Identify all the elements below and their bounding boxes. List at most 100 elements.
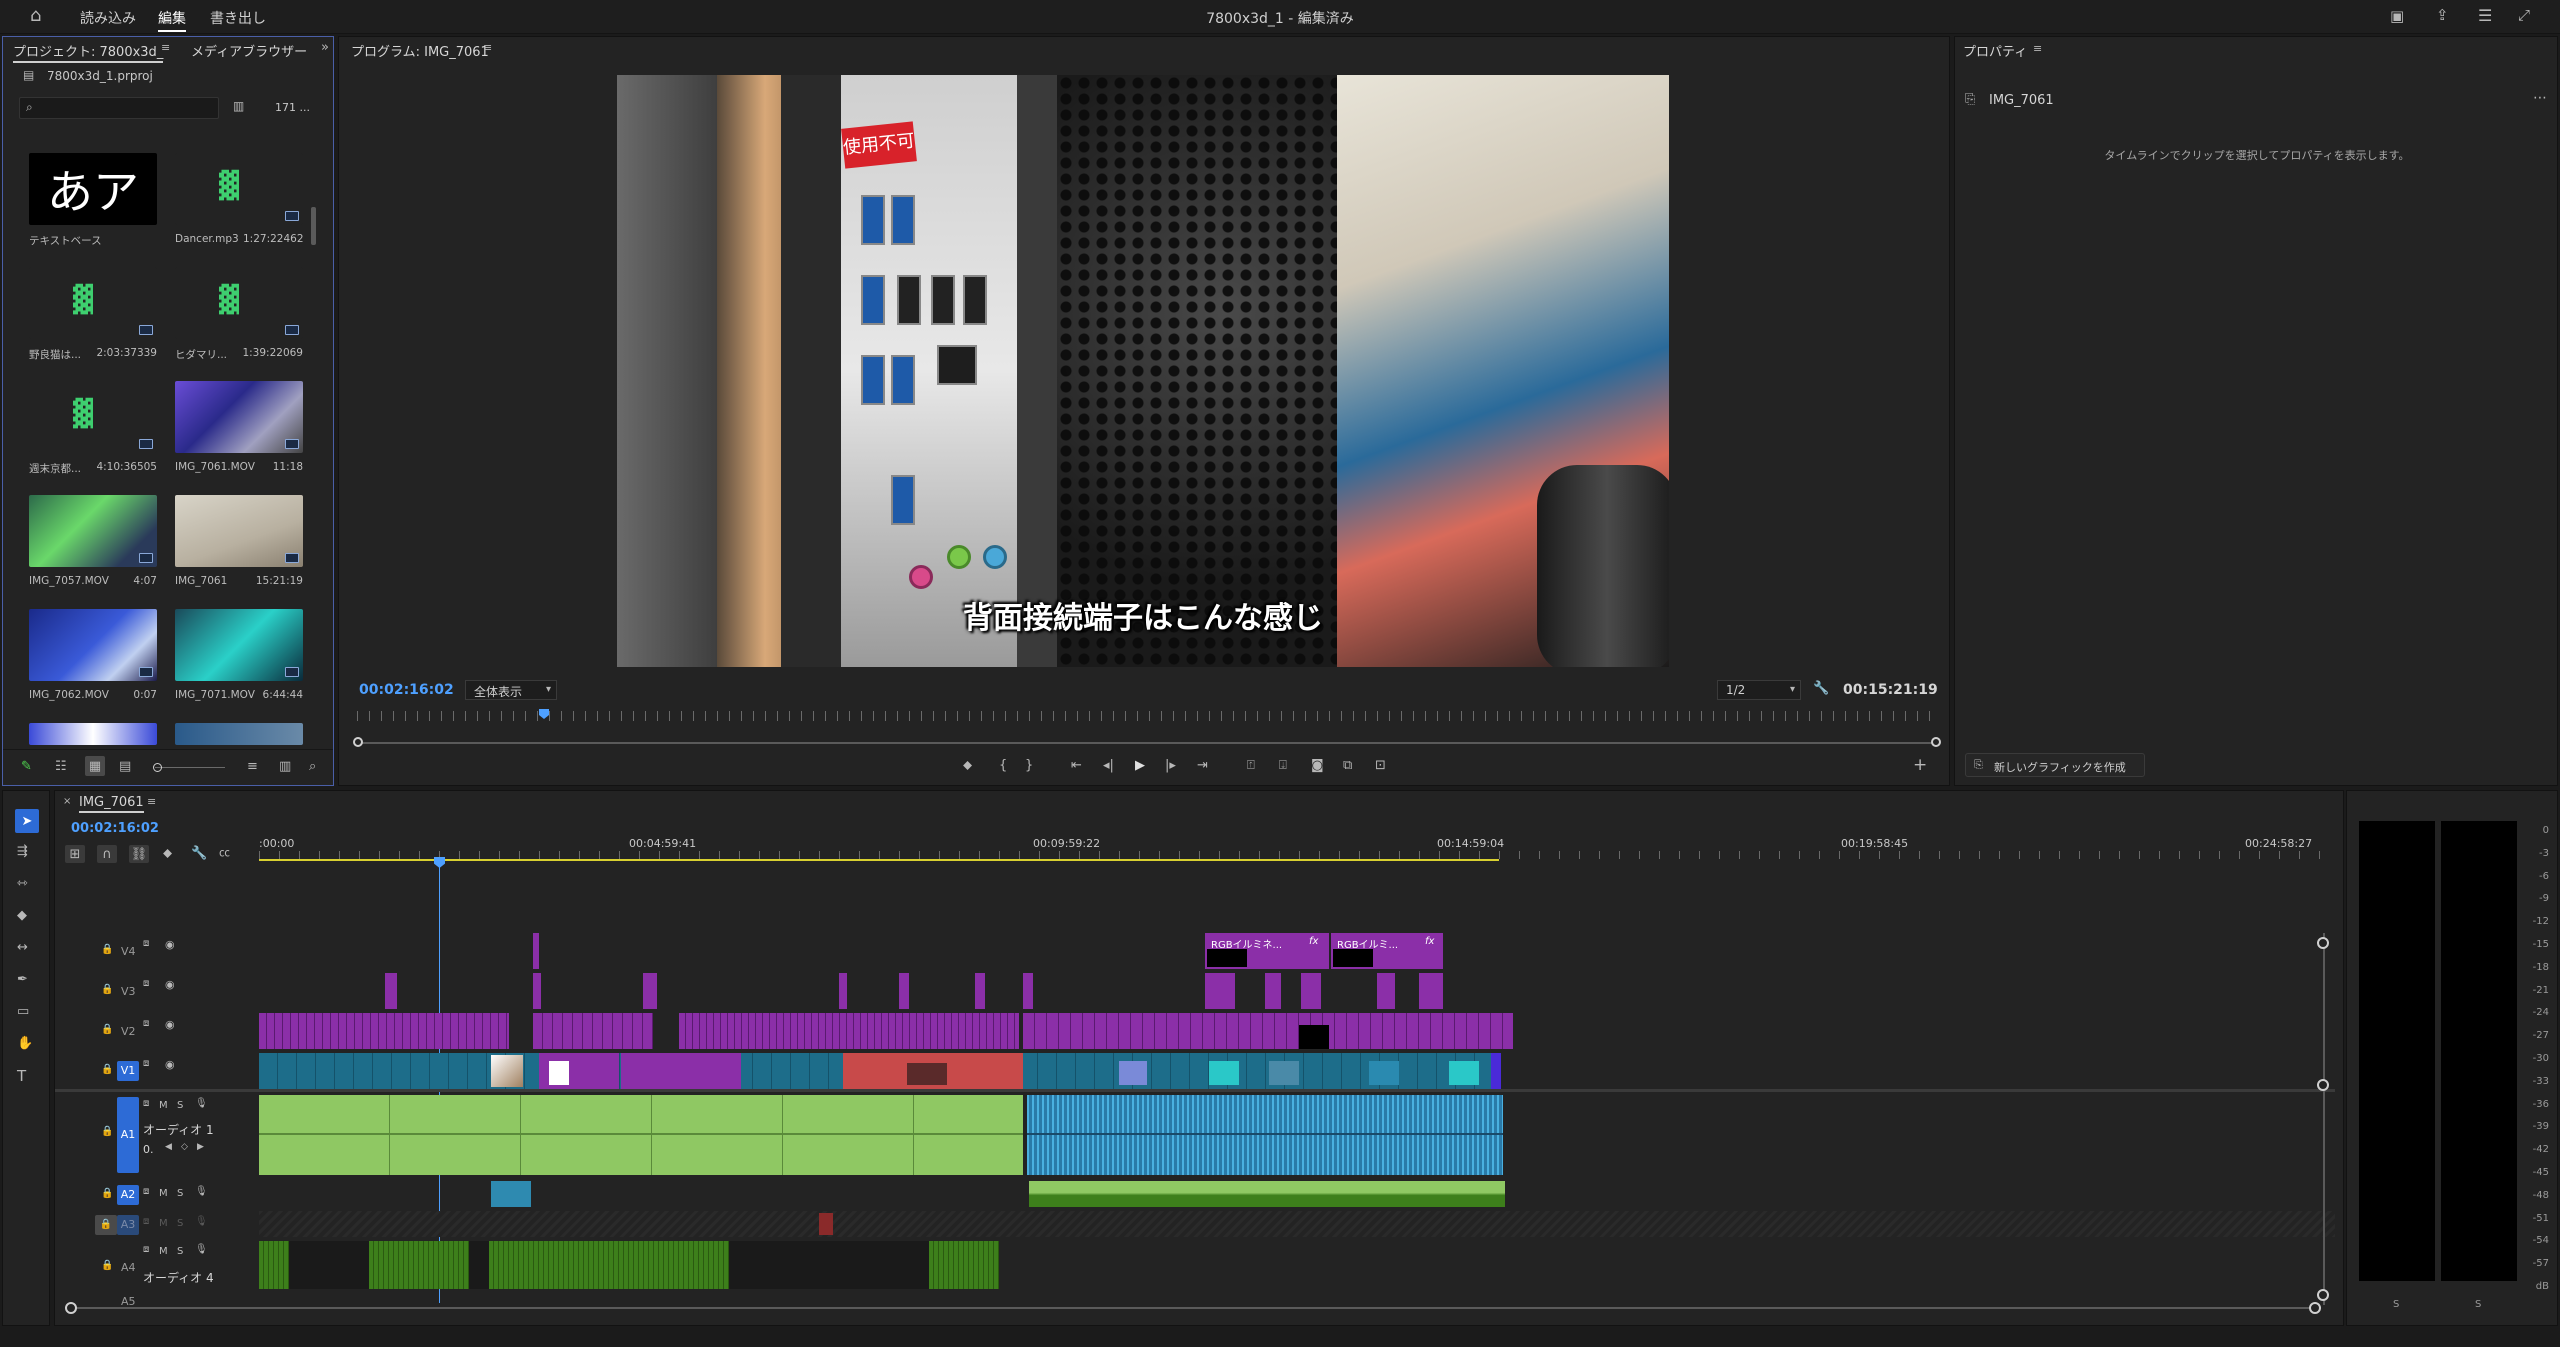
clip-v3[interactable]	[899, 973, 909, 1009]
go-to-in-icon[interactable]: ⇤	[1071, 759, 1082, 772]
solo-right[interactable]: S	[2475, 1299, 2481, 1310]
sync-lock-icon[interactable]: ⧈	[143, 1187, 149, 1197]
add-keyframe-icon[interactable]: ◇	[181, 1143, 188, 1152]
mic-icon[interactable]: 🎙	[195, 1099, 208, 1109]
hscroll-handle-left[interactable]	[65, 1302, 77, 1314]
timeline-settings-icon[interactable]: 🔧	[191, 847, 207, 860]
sort-icon[interactable]: ≡	[247, 760, 258, 773]
icon-view-icon[interactable]: ▦	[85, 756, 105, 776]
mute-button[interactable]: M	[159, 1246, 168, 1257]
sync-lock-icon[interactable]: ⧈	[143, 1019, 149, 1029]
nav-import[interactable]: 読み込み	[80, 8, 136, 28]
scroll-handle-left[interactable]	[353, 737, 363, 747]
clip-v3[interactable]	[1023, 973, 1033, 1009]
thumb-audio[interactable]: ▓	[29, 381, 157, 453]
extract-icon[interactable]: ⍗	[1279, 759, 1287, 772]
pencil-icon[interactable]: ✎	[21, 760, 32, 773]
automate-icon[interactable]: ▥	[279, 760, 291, 773]
clip-a3[interactable]	[819, 1213, 833, 1235]
comparison-view-icon[interactable]: ⧉	[1343, 759, 1352, 772]
mic-icon[interactable]: 🎙	[195, 1187, 208, 1197]
hscroll-handle-right[interactable]	[2309, 1302, 2321, 1314]
thumb-audio[interactable]: ▓	[29, 267, 157, 339]
solo-button[interactable]: S	[177, 1218, 183, 1229]
clip-v2-group[interactable]	[679, 1013, 1019, 1049]
clip-v3[interactable]	[1205, 973, 1235, 1009]
fullscreen-icon[interactable]: ⤢	[2518, 8, 2530, 23]
track-target-v1[interactable]: V1	[117, 1061, 139, 1081]
razor-icon[interactable]: ◆	[17, 909, 27, 922]
track-target-a3[interactable]: A3	[117, 1215, 139, 1235]
add-button-icon[interactable]: +	[1913, 757, 1927, 774]
playhead-handle[interactable]	[434, 857, 445, 868]
tab-project[interactable]: プロジェクト: 7800x3d_	[13, 41, 164, 63]
next-keyframe-icon[interactable]: ▶	[197, 1143, 204, 1152]
mute-button[interactable]: M	[159, 1100, 168, 1111]
clip-area[interactable]: RGBイルミネ... fx RGBイルミ... fx	[259, 933, 2335, 1305]
multi-cam-icon[interactable]: ⊡	[1375, 759, 1386, 772]
clip-v3[interactable]	[533, 973, 541, 1009]
program-ruler[interactable]	[357, 711, 1939, 721]
lock-icon[interactable]: 🔒	[101, 985, 113, 995]
snap-icon[interactable]: ∩	[97, 845, 117, 863]
sync-lock-icon[interactable]: ⧈	[143, 1059, 149, 1069]
track-target-a1[interactable]: A1	[117, 1097, 139, 1173]
clip-v3[interactable]	[385, 973, 397, 1009]
thumb-text[interactable]: あア	[29, 153, 157, 225]
step-back-icon[interactable]: ◂|	[1103, 759, 1114, 772]
solo-button[interactable]: S	[177, 1100, 183, 1111]
mute-button[interactable]: M	[159, 1188, 168, 1199]
vscroll-handle[interactable]	[2317, 1079, 2329, 1091]
thumb-video[interactable]	[29, 723, 157, 745]
eye-icon[interactable]: ◉	[165, 979, 175, 990]
play-icon[interactable]: ▶	[1135, 759, 1145, 772]
thumb-video[interactable]	[29, 495, 157, 567]
tab-menu-icon[interactable]: ≡	[483, 42, 492, 53]
video-frame[interactable]: 使用不可 背面接続端子はこんな感じ	[617, 75, 1669, 667]
lock-icon[interactable]: 🔒	[101, 1065, 113, 1075]
nav-edit[interactable]: 編集	[158, 8, 186, 32]
home-icon[interactable]: ⌂	[30, 7, 41, 25]
eye-icon[interactable]: ◉	[165, 1059, 175, 1070]
more-tabs-icon[interactable]: »	[321, 41, 329, 54]
go-to-out-icon[interactable]: ⇥	[1197, 759, 1208, 772]
clip-a1-blue[interactable]	[1027, 1095, 1503, 1175]
rectangle-icon[interactable]: ▭	[17, 1005, 29, 1018]
hand-icon[interactable]: ✋	[17, 1037, 33, 1050]
sync-lock-icon[interactable]: ⧈	[143, 939, 149, 949]
lock-icon[interactable]: 🔒	[95, 1215, 117, 1235]
clip-v3[interactable]	[1265, 973, 1281, 1009]
tab-menu-icon[interactable]: ≡	[161, 42, 170, 53]
type-tool-icon[interactable]: T	[17, 1069, 26, 1084]
program-scroll-track[interactable]	[357, 742, 1939, 744]
lift-icon[interactable]: ⍐	[1247, 759, 1255, 772]
eye-icon[interactable]: ◉	[165, 939, 175, 950]
timeline-timecode[interactable]: 00:02:16:02	[71, 821, 159, 836]
zoom-slider-handle[interactable]	[153, 763, 162, 772]
list-view-icon[interactable]: ☷	[55, 760, 67, 773]
clip-v2-group[interactable]	[533, 1013, 653, 1049]
sync-lock-icon[interactable]: ⧈	[143, 1245, 149, 1255]
menu-icon[interactable]: ☰	[2478, 8, 2492, 24]
clip-a2[interactable]	[491, 1181, 531, 1207]
thumb-video[interactable]	[175, 495, 303, 567]
close-tab-icon[interactable]: ×	[63, 797, 71, 807]
program-timecode[interactable]: 00:02:16:02	[359, 682, 454, 698]
clip-v3[interactable]	[1377, 973, 1395, 1009]
new-graphic-button[interactable]: ⎘ 新しいグラフィックを作成	[1965, 753, 2145, 777]
mic-icon[interactable]: 🎙	[195, 1245, 208, 1255]
lock-icon[interactable]: 🔒	[101, 1261, 113, 1271]
zoom-select[interactable]: 全体表示 ▾	[465, 680, 557, 700]
clip-v3[interactable]	[1301, 973, 1321, 1009]
tab-menu-icon[interactable]: ≡	[147, 796, 156, 807]
solo-left[interactable]: S	[2393, 1299, 2399, 1310]
thumb-video[interactable]	[175, 609, 303, 681]
nest-icon[interactable]: ⊞	[65, 845, 85, 863]
track-target-a2[interactable]: A2	[117, 1185, 139, 1205]
sequence-tab[interactable]: IMG_7061	[79, 795, 144, 813]
sync-lock-icon[interactable]: ⧈	[143, 979, 149, 989]
quality-select[interactable]: 1/2 ▾	[1717, 680, 1801, 700]
thumb-video[interactable]	[175, 381, 303, 453]
clip-v1-purple[interactable]	[621, 1053, 741, 1089]
mark-out-icon[interactable]: }	[1025, 759, 1033, 772]
